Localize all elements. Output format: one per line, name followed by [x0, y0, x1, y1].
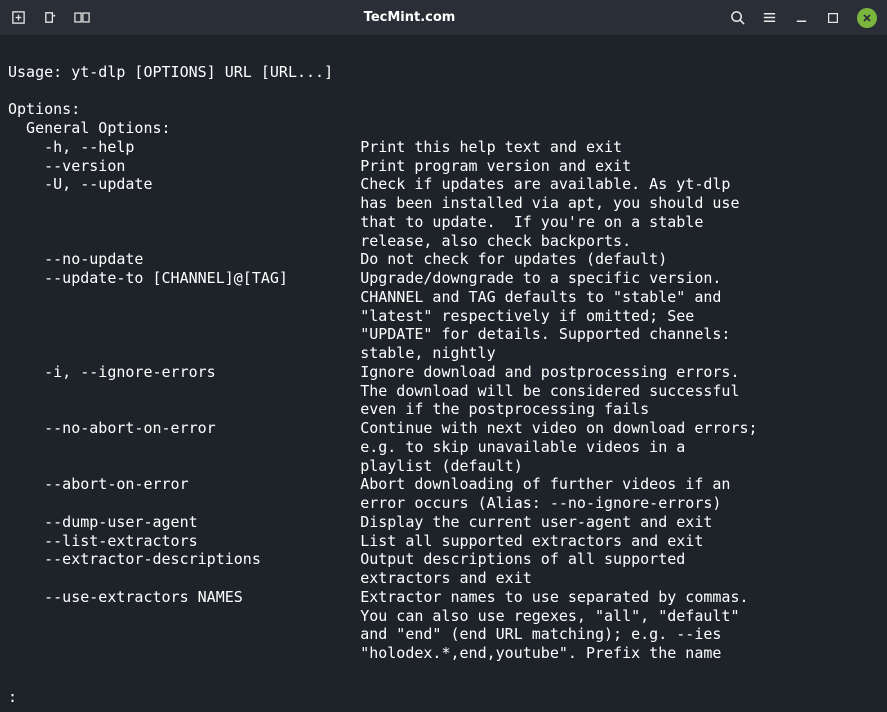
- option-flag: --no-abort-on-error: [8, 419, 360, 438]
- option-desc: Print this help text and exit: [360, 138, 622, 157]
- option-desc-cont: error occurs (Alias: --no-ignore-errors): [8, 494, 877, 513]
- option-flag: -i, --ignore-errors: [8, 363, 360, 382]
- option-desc: Output descriptions of all supported: [360, 550, 685, 569]
- option-row: -h, --helpPrint this help text and exit: [8, 138, 877, 157]
- window-title: TecMint.com: [90, 10, 729, 25]
- option-desc-cont: You can also use regexes, "all", "defaul…: [8, 607, 877, 626]
- pager-prompt[interactable]: :: [8, 688, 17, 706]
- option-desc-cont: playlist (default): [8, 457, 877, 476]
- terminal-output[interactable]: Usage: yt-dlp [OPTIONS] URL [URL...] Opt…: [0, 36, 887, 663]
- maximize-icon[interactable]: [825, 10, 841, 26]
- option-row: --no-abort-on-errorContinue with next vi…: [8, 419, 877, 438]
- option-row: --abort-on-errorAbort downloading of fur…: [8, 475, 877, 494]
- minimize-icon[interactable]: [793, 10, 809, 26]
- option-flag: --list-extractors: [8, 532, 360, 551]
- option-desc: Display the current user-agent and exit: [360, 513, 712, 532]
- option-desc-cont: The download will be considered successf…: [8, 382, 877, 401]
- option-desc: Extractor names to use separated by comm…: [360, 588, 748, 607]
- menu-icon[interactable]: [761, 10, 777, 26]
- option-flag: --no-update: [8, 250, 360, 269]
- option-row: --versionPrint program version and exit: [8, 157, 877, 176]
- option-desc: Abort downloading of further videos if a…: [360, 475, 730, 494]
- option-desc: Do not check for updates (default): [360, 250, 667, 269]
- option-flag: --dump-user-agent: [8, 513, 360, 532]
- titlebar-left: [10, 10, 90, 26]
- option-desc: Ignore download and postprocessing error…: [360, 363, 739, 382]
- titlebar: TecMint.com: [0, 0, 887, 36]
- option-desc-cont: "holodex.*,end,youtube". Prefix the name: [8, 644, 877, 663]
- search-icon[interactable]: [729, 10, 745, 26]
- option-flag: --extractor-descriptions: [8, 550, 360, 569]
- option-flag: --update-to [CHANNEL]@[TAG]: [8, 269, 360, 288]
- option-row: --list-extractorsList all supported extr…: [8, 532, 877, 551]
- option-desc: Print program version and exit: [360, 157, 631, 176]
- section-header: General Options:: [8, 119, 171, 137]
- option-desc-cont: has been installed via apt, you should u…: [8, 194, 877, 213]
- option-flag: -h, --help: [8, 138, 360, 157]
- option-row: --dump-user-agentDisplay the current use…: [8, 513, 877, 532]
- option-row: -U, --updateCheck if updates are availab…: [8, 175, 877, 194]
- option-flag: --abort-on-error: [8, 475, 360, 494]
- option-desc-cont: CHANNEL and TAG defaults to "stable" and: [8, 288, 877, 307]
- option-flag: --use-extractors NAMES: [8, 588, 360, 607]
- option-row: -i, --ignore-errorsIgnore download and p…: [8, 363, 877, 382]
- new-tab-icon[interactable]: [10, 10, 26, 26]
- option-desc: Upgrade/downgrade to a specific version.: [360, 269, 721, 288]
- option-flag: --version: [8, 157, 360, 176]
- option-row: --extractor-descriptionsOutput descripti…: [8, 550, 877, 569]
- option-desc-cont: that to update. If you're on a stable: [8, 213, 877, 232]
- options-list: -h, --helpPrint this help text and exit …: [8, 138, 877, 663]
- split-icon[interactable]: [74, 10, 90, 26]
- option-flag: -U, --update: [8, 175, 360, 194]
- option-desc: Continue with next video on download err…: [360, 419, 757, 438]
- options-header: Options:: [8, 100, 80, 118]
- usage-line: Usage: yt-dlp [OPTIONS] URL [URL...]: [8, 63, 333, 81]
- option-desc-cont: "latest" respectively if omitted; See: [8, 307, 877, 326]
- option-desc-cont: even if the postprocessing fails: [8, 400, 877, 419]
- option-desc-cont: extractors and exit: [8, 569, 877, 588]
- option-desc-cont: "UPDATE" for details. Supported channels…: [8, 325, 877, 344]
- option-row: --update-to [CHANNEL]@[TAG]Upgrade/downg…: [8, 269, 877, 288]
- option-desc-cont: and "end" (end URL matching); e.g. --ies: [8, 625, 877, 644]
- new-window-icon[interactable]: [42, 10, 58, 26]
- titlebar-right: [729, 8, 877, 28]
- option-desc-cont: stable, nightly: [8, 344, 877, 363]
- option-desc-cont: release, also check backports.: [8, 232, 877, 251]
- option-row: --use-extractors NAMESExtractor names to…: [8, 588, 877, 607]
- option-desc-cont: e.g. to skip unavailable videos in a: [8, 438, 877, 457]
- close-icon[interactable]: [857, 8, 877, 28]
- option-row: --no-updateDo not check for updates (def…: [8, 250, 877, 269]
- option-desc: List all supported extractors and exit: [360, 532, 703, 551]
- option-desc: Check if updates are available. As yt-dl…: [360, 175, 730, 194]
